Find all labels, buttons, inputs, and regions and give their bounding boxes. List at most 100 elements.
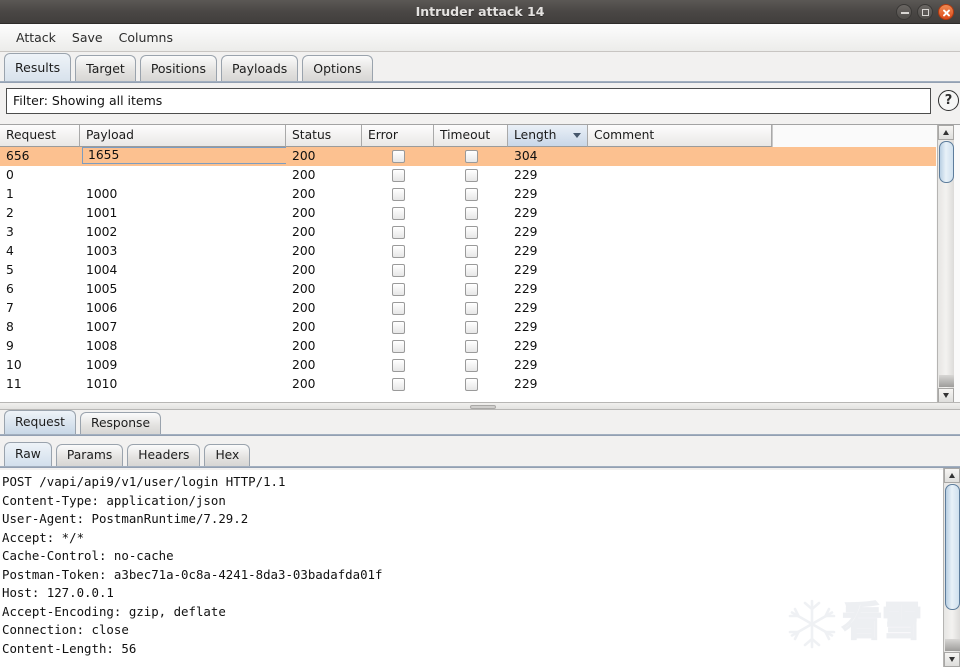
minimize-button[interactable]: [896, 4, 912, 20]
table-row[interactable]: 1 1000 200 229: [0, 185, 936, 204]
cell-comment: [588, 337, 772, 356]
column-header-error[interactable]: Error: [362, 125, 434, 147]
column-header-payload[interactable]: Payload: [80, 125, 286, 147]
filter-bar[interactable]: Filter: Showing all items: [6, 88, 931, 114]
cell-request: 3: [6, 225, 14, 239]
error-checkbox[interactable]: [391, 264, 405, 277]
editor-vertical-scrollbar[interactable]: [943, 468, 960, 667]
error-checkbox[interactable]: [391, 378, 405, 391]
sort-descending-icon: [573, 133, 581, 138]
cell-request: 6: [6, 282, 14, 296]
table-row[interactable]: 8 1007 200 229: [0, 318, 936, 337]
error-checkbox[interactable]: [391, 321, 405, 334]
cell-error: [362, 299, 434, 318]
error-checkbox[interactable]: [391, 302, 405, 315]
editor-scroll-up-arrow[interactable]: [944, 468, 960, 483]
editor-scrollbar-thumb[interactable]: [945, 484, 960, 610]
message-panel: Request Response Raw Params Headers Hex …: [0, 410, 960, 667]
error-checkbox[interactable]: [391, 188, 405, 201]
splitter-grip[interactable]: [470, 405, 496, 409]
help-icon[interactable]: ?: [938, 90, 959, 111]
tab-raw[interactable]: Raw: [4, 442, 52, 466]
cell-payload: 1010: [86, 377, 118, 391]
timeout-checkbox[interactable]: [464, 207, 478, 220]
table-row[interactable]: 4 1003 200 229: [0, 242, 936, 261]
error-checkbox[interactable]: [391, 340, 405, 353]
error-checkbox[interactable]: [391, 207, 405, 220]
cell-timeout: [434, 356, 508, 375]
table-row[interactable]: 7 1006 200 229: [0, 299, 936, 318]
results-vertical-scrollbar[interactable]: [937, 125, 954, 403]
tab-results[interactable]: Results: [4, 53, 72, 81]
column-header-status[interactable]: Status: [286, 125, 362, 147]
error-checkbox[interactable]: [391, 226, 405, 239]
tab-hex[interactable]: Hex: [204, 444, 251, 466]
tab-request[interactable]: Request: [4, 410, 76, 434]
close-button[interactable]: [938, 4, 954, 20]
cell-length: 229: [514, 377, 538, 391]
editor-scrollbar-track[interactable]: [945, 639, 960, 651]
maximize-button[interactable]: [917, 4, 933, 20]
intruder-attack-window: Intruder attack 14 Attack Save Columns R…: [0, 0, 960, 667]
tab-response[interactable]: Response: [79, 412, 162, 434]
table-row[interactable]: 2 1001 200 229: [0, 204, 936, 223]
error-checkbox[interactable]: [391, 169, 405, 182]
error-checkbox[interactable]: [391, 359, 405, 372]
tab-options[interactable]: Options: [302, 55, 373, 81]
editor-scroll-down-arrow[interactable]: [944, 652, 960, 667]
table-row[interactable]: 9 1008 200 229: [0, 337, 936, 356]
tab-params[interactable]: Params: [55, 444, 124, 466]
column-header-comment[interactable]: Comment: [588, 125, 772, 147]
table-row[interactable]: 3 1002 200 229: [0, 223, 936, 242]
scrollbar-thumb[interactable]: [939, 141, 954, 183]
timeout-checkbox[interactable]: [464, 302, 478, 315]
column-header-timeout[interactable]: Timeout: [434, 125, 508, 147]
scroll-down-arrow[interactable]: [938, 388, 954, 403]
payload-edit-box[interactable]: 1655: [82, 147, 286, 164]
timeout-checkbox[interactable]: [464, 340, 478, 353]
timeout-checkbox[interactable]: [464, 359, 478, 372]
cell-length: 229: [514, 301, 538, 315]
table-row[interactable]: 0 200 229: [0, 166, 936, 185]
timeout-checkbox[interactable]: [464, 264, 478, 277]
timeout-checkbox[interactable]: [464, 378, 478, 391]
timeout-checkbox[interactable]: [464, 321, 478, 334]
table-row[interactable]: 656 1655 200 304: [0, 147, 936, 166]
timeout-checkbox[interactable]: [464, 188, 478, 201]
menu-item-columns[interactable]: Columns: [111, 28, 181, 47]
table-row[interactable]: 5 1004 200 229: [0, 261, 936, 280]
timeout-checkbox[interactable]: [464, 245, 478, 258]
timeout-checkbox[interactable]: [464, 169, 478, 182]
timeout-checkbox[interactable]: [464, 150, 478, 163]
column-header-length[interactable]: Length: [508, 125, 588, 147]
timeout-checkbox[interactable]: [464, 283, 478, 296]
tab-payloads[interactable]: Payloads: [221, 55, 299, 81]
cell-error: [362, 375, 434, 394]
table-row[interactable]: 6 1005 200 229: [0, 280, 936, 299]
column-header-label: Length: [514, 128, 557, 142]
cell-timeout: [434, 204, 508, 223]
cell-timeout: [434, 223, 508, 242]
menu-item-save[interactable]: Save: [64, 28, 111, 47]
table-header-row: Request Payload Status Error Timeout Length Co…: [0, 125, 936, 147]
cell-timeout: [434, 261, 508, 280]
column-header-request[interactable]: Request: [0, 125, 80, 147]
scrollbar-track[interactable]: [939, 375, 954, 387]
cell-request: 656: [6, 149, 30, 163]
timeout-checkbox[interactable]: [464, 226, 478, 239]
scroll-up-arrow[interactable]: [938, 125, 954, 140]
menu-item-attack[interactable]: Attack: [8, 28, 64, 47]
cell-status: 200: [292, 301, 316, 315]
error-checkbox[interactable]: [391, 283, 405, 296]
tab-target[interactable]: Target: [75, 55, 136, 81]
tab-positions[interactable]: Positions: [139, 55, 217, 81]
panel-splitter[interactable]: [0, 402, 960, 410]
table-row[interactable]: 10 1009 200 229: [0, 356, 936, 375]
error-checkbox[interactable]: [391, 245, 405, 258]
cell-error: [362, 261, 434, 280]
cell-status: 200: [292, 282, 316, 296]
error-checkbox[interactable]: [391, 150, 405, 163]
table-row[interactable]: 11 1010 200 229: [0, 375, 936, 394]
tab-headers[interactable]: Headers: [127, 444, 201, 466]
raw-request-editor[interactable]: POST /vapi/api9/v1/user/login HTTP/1.1 C…: [0, 470, 943, 667]
